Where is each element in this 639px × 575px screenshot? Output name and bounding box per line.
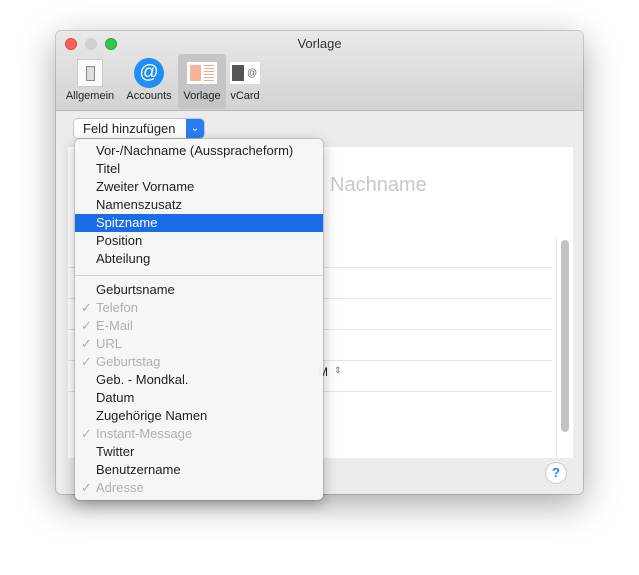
- menu-item: ✓ Adresse: [75, 479, 323, 497]
- add-field-menu: Vor-/Nachname (Ausspracheform) Titel Zweit…: [75, 139, 323, 500]
- checkmark-icon: ✓: [81, 300, 92, 315]
- menu-item[interactable]: Zugehörige Namen: [75, 407, 323, 425]
- menu-item[interactable]: Spitzname: [75, 214, 323, 232]
- menu-item: ✓ E-Mail: [75, 317, 323, 335]
- menu-item-label: Twitter: [96, 444, 135, 459]
- add-field-label: Feld hinzufügen: [83, 121, 176, 136]
- menu-item-label: Geburtstag: [96, 354, 161, 369]
- general-icon: [75, 59, 105, 87]
- menu-item-label: Zweiter Vorname: [96, 179, 195, 194]
- menu-item[interactable]: Namenszusatz: [75, 196, 323, 214]
- checkmark-icon: ✓: [81, 318, 92, 333]
- menu-item: ✓ Telefon: [75, 299, 323, 317]
- window-title: Vorlage: [297, 36, 342, 51]
- menu-item: ✓ Geburtstag: [75, 353, 323, 371]
- menu-item-label: E-Mail: [96, 318, 133, 333]
- menu-item: ✓ Instant-Message: [75, 425, 323, 443]
- menu-item[interactable]: Datum: [75, 389, 323, 407]
- lastname-placeholder: Nachname: [330, 174, 427, 196]
- menu-item-label: URL: [96, 336, 123, 351]
- menu-item: ✓ URL: [75, 335, 323, 353]
- menu-item[interactable]: Twitter: [75, 443, 323, 461]
- tab-label: Allgemein: [65, 90, 115, 102]
- menu-item-label: Position: [96, 233, 143, 248]
- menu-item[interactable]: Vor-/Nachname (Ausspracheform): [75, 142, 323, 160]
- template-icon: [187, 59, 217, 87]
- menu-separator: [75, 275, 323, 276]
- menu-item[interactable]: Titel: [75, 160, 323, 178]
- tab-label: vCard: [230, 90, 260, 102]
- menu-item-label: Namenszusatz: [96, 197, 182, 212]
- stepper-icon[interactable]: ⇕: [334, 365, 342, 376]
- menu-item[interactable]: Abteilung: [75, 250, 323, 268]
- menu-item-label: Instant-Message: [96, 426, 193, 441]
- menu-item-label: Abteilung: [96, 251, 151, 266]
- menu-item[interactable]: Geb. - Mondkal.: [75, 371, 323, 389]
- checkmark-icon: ✓: [81, 354, 92, 369]
- vcard-icon: @: [230, 59, 260, 87]
- menu-item-label: Datum: [96, 390, 135, 405]
- menu-item[interactable]: Zweiter Vorname: [75, 178, 323, 196]
- checkmark-icon: ✓: [81, 480, 92, 495]
- menu-item-label: Geburtsname: [96, 282, 175, 297]
- chevron-down-icon: ⌄: [186, 119, 204, 138]
- menu-item-label: Benutzername: [96, 462, 181, 477]
- tab-label: Accounts: [126, 90, 172, 102]
- menu-item-label: Zugehörige Namen: [96, 408, 208, 423]
- menu-item-label: Telefon: [96, 300, 138, 315]
- menu-item[interactable]: Geburtsname: [75, 281, 323, 299]
- tab-accounts[interactable]: @ Accounts: [122, 54, 176, 109]
- menu-item-label: Titel: [96, 161, 121, 176]
- menu-item-label: Adresse: [96, 480, 144, 495]
- checkmark-icon: ✓: [81, 336, 92, 351]
- help-button[interactable]: ?: [546, 463, 566, 483]
- tab-vcard[interactable]: @ vCard: [227, 54, 263, 109]
- menu-item-label: Vor-/Nachname (Ausspracheform): [96, 143, 294, 158]
- menu-item-label: Spitzname: [96, 215, 158, 230]
- tab-allgemein[interactable]: Allgemein: [62, 54, 118, 109]
- tab-label: Vorlage: [183, 90, 221, 102]
- tab-vorlage[interactable]: Vorlage: [178, 54, 226, 109]
- title-bar: Vorlage Allgemein @ Accounts Vorlage @ v…: [56, 31, 583, 111]
- menu-item[interactable]: Benutzername: [75, 461, 323, 479]
- menu-item[interactable]: Position: [75, 232, 323, 250]
- scrollbar[interactable]: [561, 240, 569, 432]
- add-field-popup[interactable]: Feld hinzufügen ⌄: [74, 119, 204, 138]
- at-icon: @: [134, 58, 164, 88]
- checkmark-icon: ✓: [81, 426, 92, 441]
- menu-item-label: Geb. - Mondkal.: [96, 372, 189, 387]
